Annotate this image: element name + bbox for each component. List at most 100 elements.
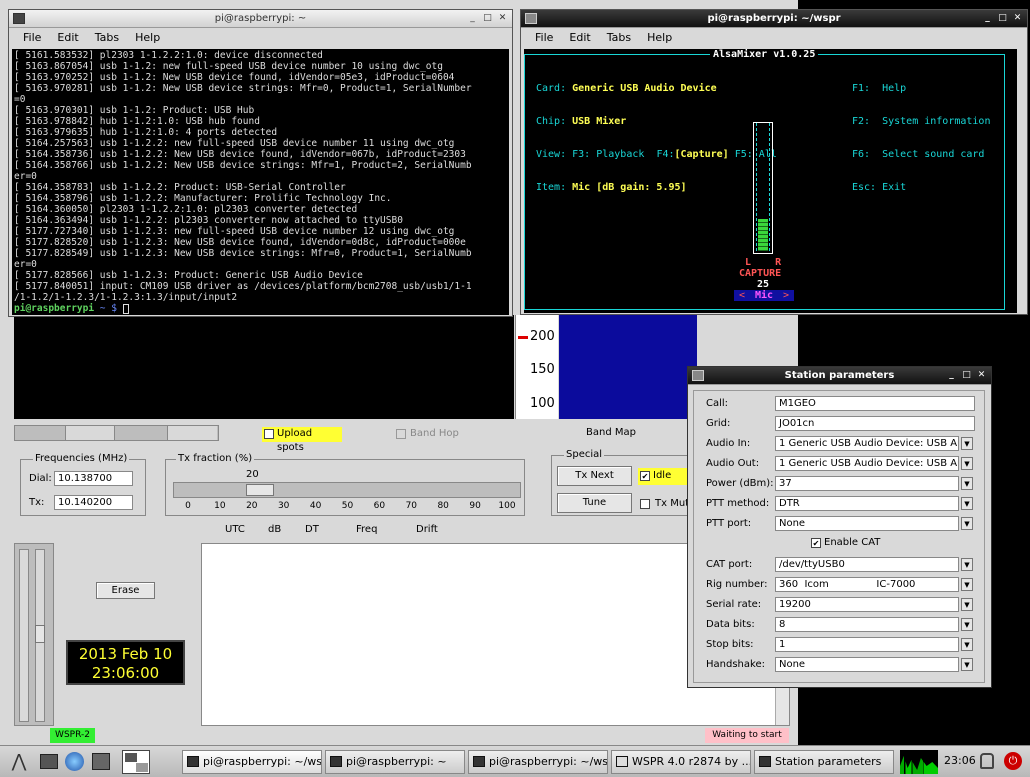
menu-help[interactable]: Help: [639, 28, 680, 48]
chevron-down-icon[interactable]: ▼: [961, 497, 973, 510]
special-group: Special Tx Next Tune ✔ Idle Tx Mute: [551, 449, 702, 516]
tx-fraction-thumb[interactable]: [245, 484, 274, 496]
chevron-down-icon[interactable]: ▼: [961, 578, 973, 591]
task-terminal-home[interactable]: pi@raspberrypi: ~: [325, 750, 465, 774]
terminal-launcher-icon[interactable]: [92, 753, 110, 770]
tx-next-button[interactable]: Tx Next: [557, 466, 632, 486]
erase-button[interactable]: Erase: [96, 582, 155, 599]
chevron-down-icon[interactable]: ▼: [961, 598, 973, 611]
ptt-port-select[interactable]: None: [775, 516, 959, 531]
maximize-icon[interactable]: □: [961, 369, 972, 381]
menu-tabs[interactable]: Tabs: [87, 28, 127, 48]
tune-button[interactable]: Tune: [557, 493, 632, 513]
cat-port-select[interactable]: /dev/ttyUSB0: [775, 557, 959, 572]
rx-level-slider[interactable]: [35, 549, 45, 722]
scale-label-200: 200: [530, 329, 555, 344]
help-esc: Esc: Exit: [852, 182, 907, 193]
col-db: dB: [268, 524, 282, 535]
terminal-line: [ 5177.828566] usb 1-1.2.3: Product: Gen…: [14, 270, 363, 281]
menu-edit[interactable]: Edit: [49, 28, 86, 48]
terminal-line: =0: [14, 94, 26, 105]
chevron-down-icon[interactable]: ▼: [961, 638, 973, 651]
terminal-icon: [187, 756, 199, 767]
terminal-window-home: pi@raspberrypi: ~ _ □ ✕ File Edit Tabs Hel…: [8, 9, 513, 317]
tx-fraction-tick: 0: [185, 501, 191, 511]
maximize-icon[interactable]: □: [482, 12, 493, 24]
help-f6: F6: Select sound card: [852, 149, 985, 160]
chevron-down-icon[interactable]: ▼: [961, 437, 973, 450]
view-f4[interactable]: [Capture]: [675, 149, 729, 160]
upload-spots-checkbox[interactable]: Upload spots: [262, 427, 342, 453]
item-value: Mic [dB gain: 5.95]: [572, 182, 687, 193]
rig-number-select[interactable]: 360 Icom IC-7000: [775, 577, 959, 592]
stop-bits-select[interactable]: 1: [775, 637, 959, 652]
chevron-down-icon[interactable]: ▼: [961, 618, 973, 631]
close-icon[interactable]: ✕: [1012, 12, 1023, 24]
capture-meter[interactable]: [753, 122, 773, 254]
menu-help[interactable]: Help: [127, 28, 168, 48]
terminal-icon: [473, 756, 485, 767]
terminal-titlebar[interactable]: pi@raspberrypi: ~ _ □ ✕: [9, 10, 512, 28]
grid-field[interactable]: JO01cn: [775, 416, 975, 431]
grid-label: Grid:: [706, 418, 731, 429]
serial-rate-select[interactable]: 19200: [775, 597, 959, 612]
close-icon[interactable]: ✕: [497, 12, 508, 24]
minimize-icon[interactable]: _: [467, 12, 478, 24]
task-label: WSPR 4.0 r2874 by ...: [632, 755, 751, 768]
call-field[interactable]: M1GEO: [775, 396, 975, 411]
taskbar-clock[interactable]: 23:06: [944, 754, 976, 767]
menu-edit[interactable]: Edit: [561, 28, 598, 48]
terminal-title: pi@raspberrypi: ~/wspr: [707, 13, 841, 24]
task-terminal-wspr[interactable]: pi@raspberrypi: ~/wspr: [182, 750, 322, 774]
waterfall-scrollbar[interactable]: [14, 425, 219, 441]
terminal-line: [ 5163.979635] hub 1-1.2:1.0: 4 ports de…: [14, 127, 278, 138]
browser-icon[interactable]: [65, 752, 84, 771]
ptt-port-label: PTT port:: [706, 518, 752, 529]
chevron-down-icon[interactable]: ▼: [961, 517, 973, 530]
tx-fraction-tick: 20: [246, 501, 258, 511]
terminal-output[interactable]: [ 5161.583532] pl2303 1-1.2.2:1.0: devic…: [12, 49, 509, 315]
chevron-down-icon[interactable]: ▼: [961, 558, 973, 571]
file-manager-icon[interactable]: [40, 754, 58, 769]
channel-selector[interactable]: < Mic >: [734, 290, 794, 301]
lock-icon[interactable]: [980, 753, 994, 769]
audio-out-select[interactable]: 1 Generic USB Audio Device: USB Aud: [775, 456, 959, 471]
menu-file[interactable]: File: [527, 28, 561, 48]
enable-cat-checkbox[interactable]: ✔ Enable CAT: [811, 537, 880, 548]
alsamixer[interactable]: AlsaMixer v1.0.25 Card: Generic USB Audi…: [524, 49, 1017, 313]
close-icon[interactable]: ✕: [976, 369, 987, 381]
handshake-select[interactable]: None: [775, 657, 959, 672]
tx-field[interactable]: 10.140200: [54, 495, 133, 510]
handshake-label: Handshake:: [706, 659, 765, 670]
clock-time: 23:06:00: [91, 664, 160, 682]
power-icon[interactable]: ⏻: [1004, 752, 1022, 770]
dial-field[interactable]: 10.138700: [54, 471, 133, 486]
waterfall[interactable]: [14, 315, 514, 419]
data-bits-select[interactable]: 8: [775, 617, 959, 632]
menu-file[interactable]: File: [15, 28, 49, 48]
menu-tabs[interactable]: Tabs: [599, 28, 639, 48]
chevron-down-icon[interactable]: ▼: [961, 658, 973, 671]
clock-date: 2013 Feb 10: [78, 645, 173, 663]
power-dbm-select[interactable]: 37: [775, 476, 959, 491]
start-menu-icon[interactable]: ⋀: [6, 750, 32, 774]
task-label: Station parameters: [775, 755, 882, 768]
task-terminal-wspr-2[interactable]: pi@raspberrypi: ~/wspr: [468, 750, 608, 774]
band-map-area: [559, 315, 697, 419]
minimize-icon[interactable]: _: [946, 369, 957, 381]
terminal-line: [ 5163.970252] usb 1-1.2: New USB device…: [14, 72, 455, 83]
terminal-titlebar[interactable]: pi@raspberrypi: ~/wspr _ □ ✕: [521, 10, 1027, 28]
task-wspr[interactable]: WSPR 4.0 r2874 by ...: [611, 750, 751, 774]
audio-in-select[interactable]: 1 Generic USB Audio Device: USB Aud: [775, 436, 959, 451]
band-hop-checkbox[interactable]: Band Hop: [396, 428, 459, 439]
tx-fraction-slider[interactable]: [173, 482, 521, 498]
minimize-icon[interactable]: _: [982, 12, 993, 24]
ptt-method-select[interactable]: DTR: [775, 496, 959, 511]
workspace-switcher[interactable]: [122, 750, 150, 774]
view-f3[interactable]: F3: Playback: [572, 149, 644, 160]
maximize-icon[interactable]: □: [997, 12, 1008, 24]
dialog-titlebar[interactable]: Station parameters _ □ ✕: [688, 367, 991, 385]
chevron-down-icon[interactable]: ▼: [961, 477, 973, 490]
task-station-parameters[interactable]: Station parameters: [754, 750, 894, 774]
chevron-down-icon[interactable]: ▼: [961, 457, 973, 470]
